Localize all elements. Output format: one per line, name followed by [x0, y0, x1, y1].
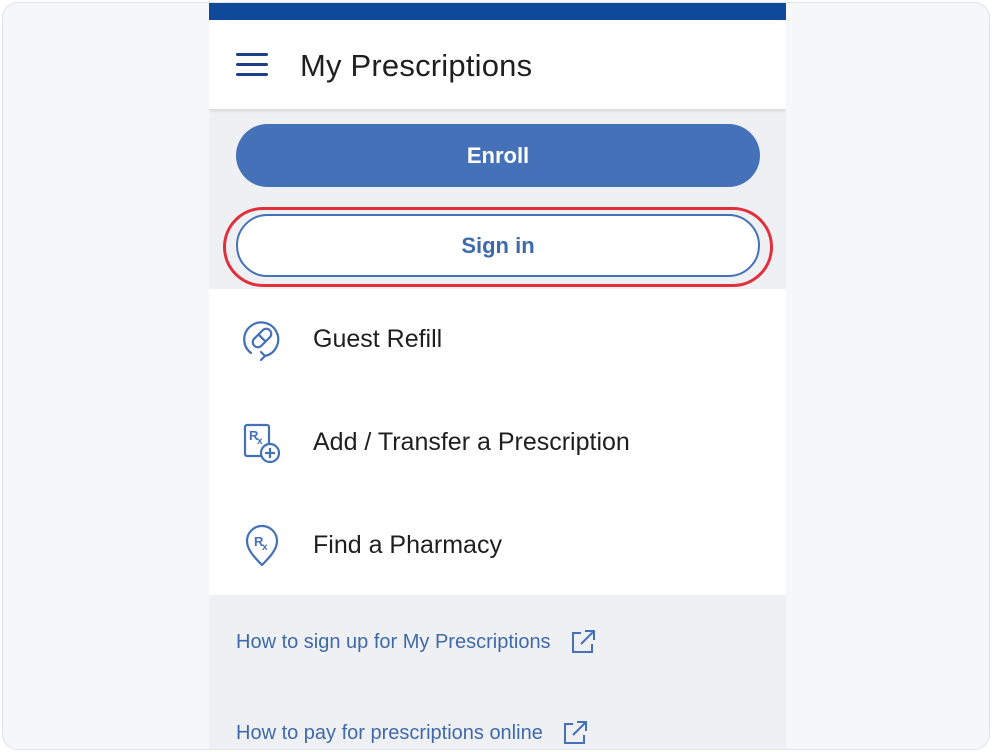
menu-item-label: Guest Refill: [313, 325, 443, 353]
link-label: How to pay for prescriptions online: [236, 721, 543, 744]
status-bar: [209, 3, 786, 20]
menu-item-label: Add / Transfer a Prescription: [313, 428, 630, 456]
auth-section: Enroll Sign in: [209, 109, 786, 289]
signin-button[interactable]: Sign in: [236, 214, 760, 277]
menu-item-find-pharmacy[interactable]: R x Find a Pharmacy: [209, 495, 786, 595]
enroll-button[interactable]: Enroll: [236, 124, 760, 187]
menu-item-guest-refill[interactable]: Guest Refill: [209, 289, 786, 389]
hamburger-menu-icon[interactable]: [236, 53, 270, 79]
menu-item-label: Find a Pharmacy: [313, 531, 502, 559]
screenshot-frame: My Prescriptions Enroll Sign in Guest Re…: [2, 2, 990, 750]
svg-text:x: x: [257, 436, 263, 447]
rx-location-icon: R x: [245, 524, 279, 567]
page-title: My Prescriptions: [300, 48, 533, 83]
help-links: How to sign up for My Prescriptions How …: [209, 595, 786, 749]
external-link-icon: [571, 630, 595, 653]
phone-screen: My Prescriptions Enroll Sign in Guest Re…: [209, 3, 786, 749]
rx-add-icon: R x: [243, 423, 281, 464]
link-pay-online-help[interactable]: How to pay for prescriptions online: [236, 719, 589, 747]
menu-list: Guest Refill R x Add / Transfer a Prescr…: [209, 289, 786, 595]
pill-refill-icon: [243, 321, 280, 362]
menu-item-add-transfer[interactable]: R x Add / Transfer a Prescription: [209, 392, 786, 492]
app-header: My Prescriptions: [209, 20, 786, 109]
svg-text:x: x: [262, 542, 268, 553]
link-label: How to sign up for My Prescriptions: [236, 630, 551, 653]
external-link-icon: [563, 721, 587, 744]
link-sign-up-help[interactable]: How to sign up for My Prescriptions: [236, 628, 597, 656]
